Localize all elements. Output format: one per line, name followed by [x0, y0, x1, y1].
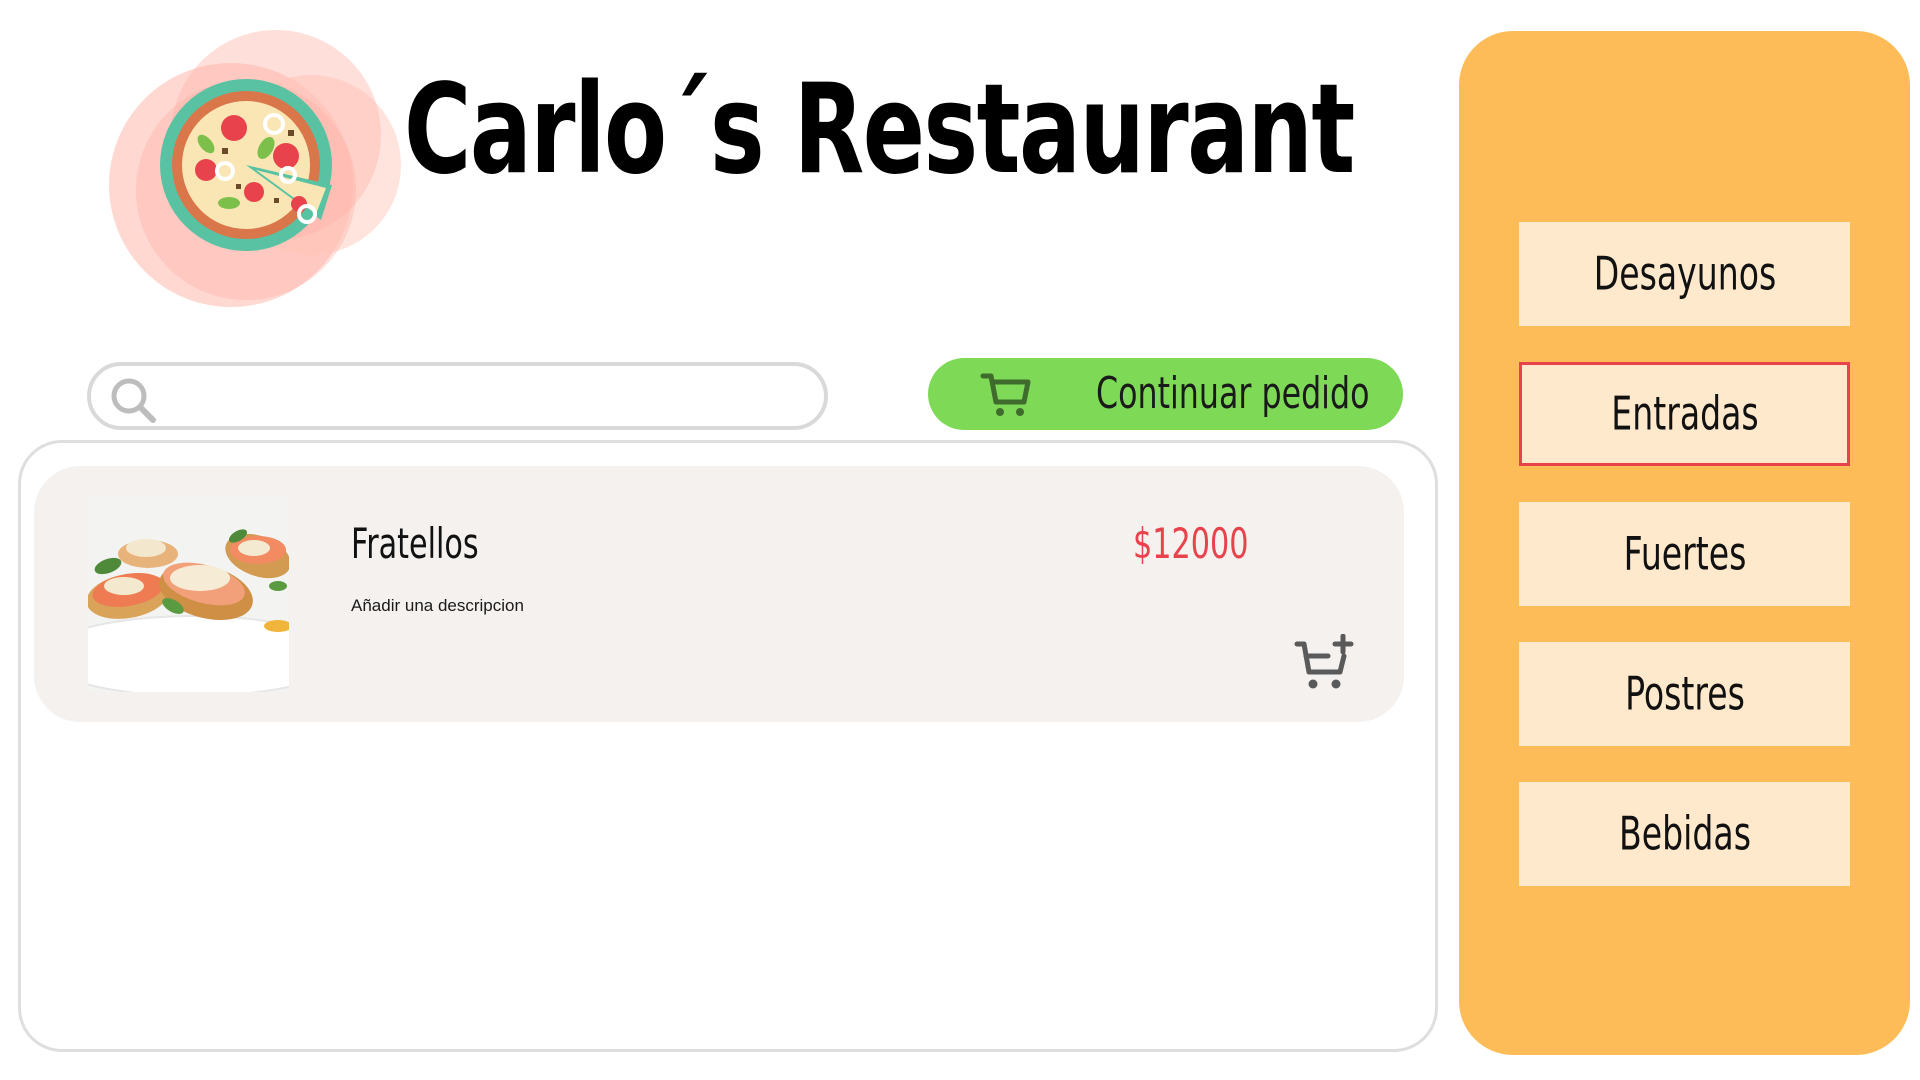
- category-label: Postres: [1624, 666, 1745, 721]
- category-sidebar: Desayunos Entradas Fuertes Postres Bebid…: [1459, 31, 1910, 1055]
- category-bebidas[interactable]: Bebidas: [1519, 782, 1850, 886]
- continue-order-label: Continuar pedido: [1096, 368, 1370, 419]
- pizza-logo: [106, 20, 406, 320]
- product-description: Añadir una descripcion: [351, 596, 524, 615]
- category-label: Bebidas: [1618, 806, 1751, 861]
- search-icon: [109, 376, 157, 424]
- product-price: $12000: [1133, 519, 1249, 568]
- category-desayunos[interactable]: Desayunos: [1519, 222, 1850, 326]
- pizza-icon: [109, 30, 401, 307]
- product-image: [88, 496, 289, 692]
- restaurant-title: Carlo´s Restaurant: [404, 58, 1355, 202]
- restaurant-order-screen: Carlo´s Restaurant Continuar pedido Frat…: [0, 0, 1920, 1080]
- search-bar[interactable]: [87, 362, 828, 430]
- product-list-panel: Fratellos Añadir una descripcion $12000: [18, 440, 1438, 1052]
- category-label: Desayunos: [1593, 246, 1776, 301]
- category-postres[interactable]: Postres: [1519, 642, 1850, 746]
- category-fuertes[interactable]: Fuertes: [1519, 502, 1850, 606]
- continue-order-button[interactable]: Continuar pedido: [928, 358, 1403, 430]
- search-input[interactable]: [171, 372, 794, 420]
- add-to-cart-button[interactable]: [1294, 634, 1356, 696]
- product-name: Fratellos: [351, 519, 479, 568]
- category-entradas[interactable]: Entradas: [1519, 362, 1850, 466]
- category-label: Entradas: [1610, 386, 1759, 441]
- category-label: Fuertes: [1623, 526, 1746, 581]
- product-card[interactable]: Fratellos Añadir una descripcion $12000: [34, 466, 1404, 722]
- cart-plus-icon: [1294, 634, 1354, 689]
- cart-icon: [980, 368, 1032, 420]
